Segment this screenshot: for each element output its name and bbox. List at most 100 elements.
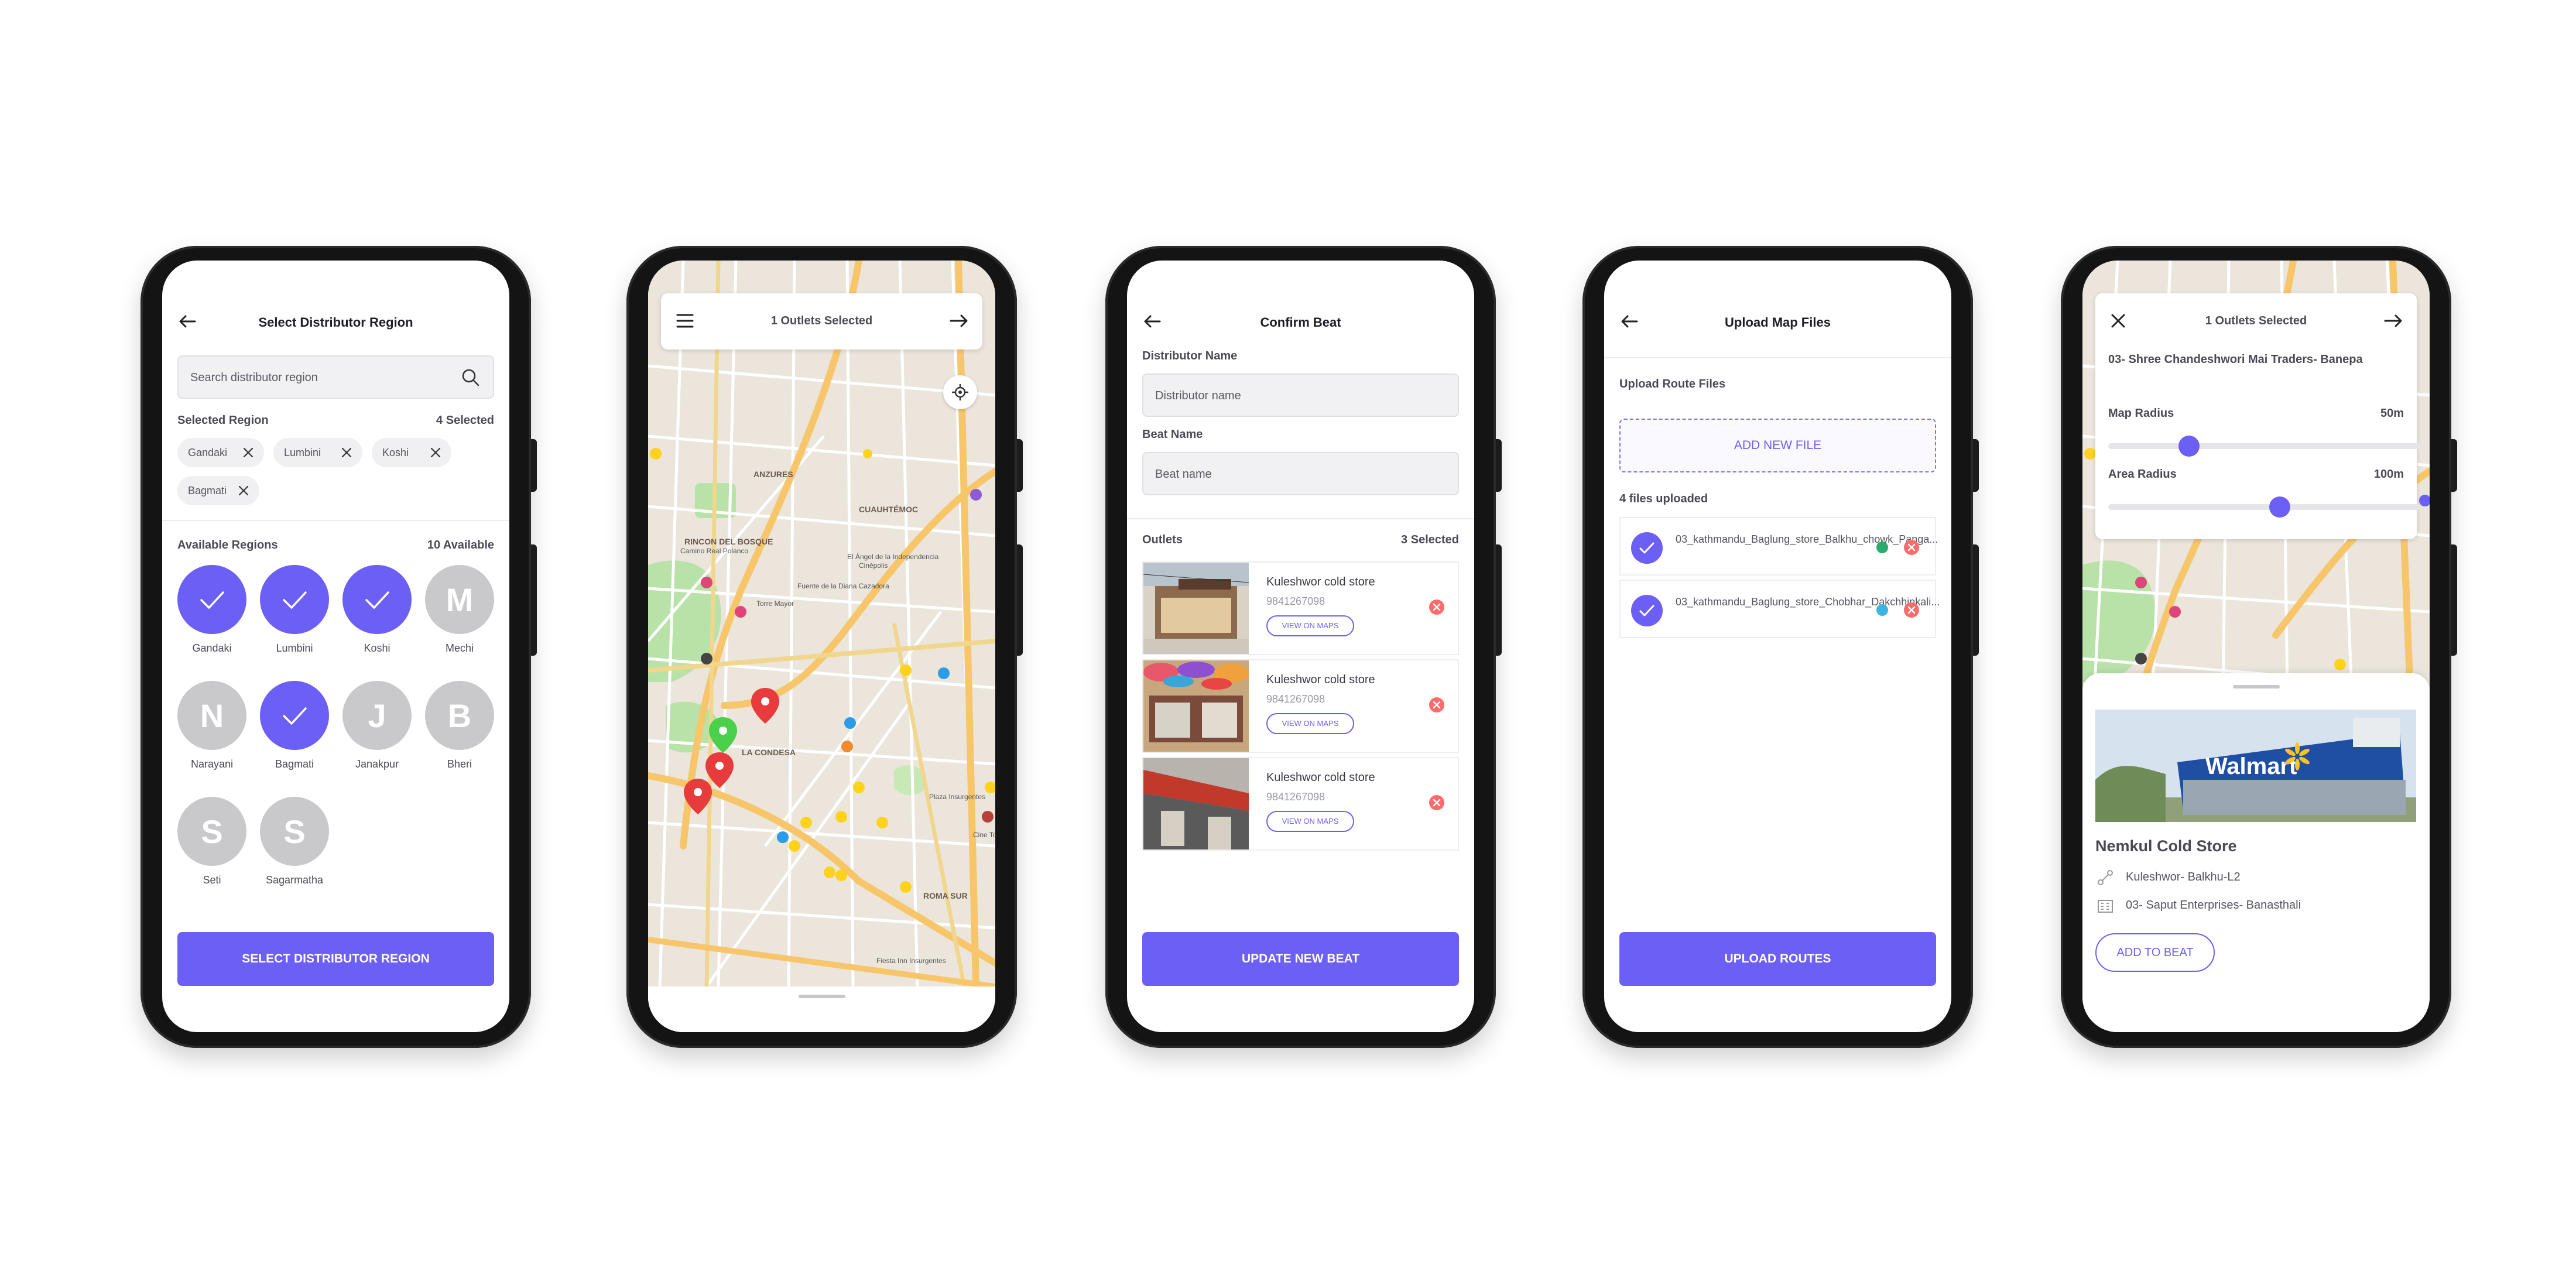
- screen-select-region: Select Distributor Region Search distrib…: [162, 261, 509, 1032]
- region-name: Narayani: [190, 758, 234, 770]
- region-lumbini[interactable]: Lumbini: [260, 565, 329, 655]
- outlet-card[interactable]: Kuleshwor cold store 9841267098 VIEW ON …: [1142, 659, 1459, 753]
- region-janakpur[interactable]: J Janakpur: [342, 681, 412, 770]
- page-title: Upload Map Files: [1725, 315, 1831, 330]
- region-avatar[interactable]: B: [425, 681, 494, 750]
- region-avatar-selected[interactable]: [342, 565, 412, 634]
- search-icon[interactable]: [461, 368, 480, 387]
- locate-button[interactable]: [943, 375, 977, 409]
- remove-icon[interactable]: [1903, 539, 1920, 556]
- divider: [1604, 357, 1951, 358]
- region-name: Janakpur: [355, 758, 399, 770]
- upload-route-files-label: Upload Route Files: [1619, 378, 1726, 390]
- region-avatar[interactable]: S: [177, 797, 246, 866]
- close-icon[interactable]: [340, 446, 353, 459]
- outlet-photo: Walmart: [2095, 710, 2416, 822]
- region-bheri[interactable]: B Bheri: [425, 681, 494, 770]
- add-new-file-button[interactable]: ADD NEW FILE: [1619, 419, 1936, 472]
- filter-panel: 1 Outlets Selected 03- Shree Chandeshwor…: [2095, 293, 2420, 539]
- map-view[interactable]: RINCON DEL BOSQUE ANZURES CUAUHTÉMOC LA …: [648, 261, 995, 1032]
- selected-count: 4 Selected: [436, 414, 494, 427]
- region-koshi[interactable]: Koshi: [342, 565, 412, 655]
- map-label: Camino Real Polanco: [680, 547, 748, 555]
- file-row[interactable]: 03_kathmandu_Baglung_store_Balkhu_chowk_…: [1619, 517, 1938, 576]
- view-on-maps-button[interactable]: VIEW ON MAPS: [1266, 811, 1354, 832]
- map-label: ROMA SUR: [923, 891, 968, 900]
- bottom-sheet-handle[interactable]: [648, 986, 995, 1032]
- outlet-name: Kuleshwor cold store: [1266, 673, 1375, 686]
- region-narayani[interactable]: N Narayani: [177, 681, 246, 770]
- file-row[interactable]: 03_kathmandu_Baglung_store_Chobhar_Dakch…: [1619, 580, 1940, 638]
- phone-outlet-detail: 1 Outlets Selected 03- Shree Chandeshwor…: [2061, 246, 2457, 1048]
- region-seti[interactable]: S Seti: [177, 797, 246, 886]
- region-avatar[interactable]: J: [342, 681, 412, 750]
- map-radius-value: 50m: [2380, 407, 2404, 420]
- checkbox-checked[interactable]: [1631, 532, 1663, 564]
- region-bagmati[interactable]: Bagmati: [260, 681, 329, 770]
- outlet-photo: [1143, 660, 1249, 752]
- divider: [162, 520, 509, 521]
- region-name: Seti: [203, 874, 221, 886]
- region-name: Bheri: [447, 758, 472, 770]
- beat-name-label: Beat Name: [1142, 428, 1203, 441]
- view-on-maps-button[interactable]: VIEW ON MAPS: [1266, 713, 1354, 734]
- file-name: 03_kathmandu_Baglung_store_Chobhar_Dakch…: [1676, 596, 1940, 608]
- chip-koshi[interactable]: Koshi: [372, 438, 451, 467]
- region-avatar[interactable]: N: [177, 681, 246, 750]
- region-name: Koshi: [364, 642, 390, 654]
- outlet-card[interactable]: Kuleshwor cold store 9841267098 VIEW ON …: [1142, 561, 1459, 655]
- selected-region-label: Selected Region: [177, 414, 269, 427]
- selected-outlets-title: 1 Outlets Selected: [770, 314, 873, 327]
- remove-icon[interactable]: [1429, 599, 1445, 615]
- screen-outlet-detail: 1 Outlets Selected 03- Shree Chandeshwor…: [2082, 261, 2430, 1032]
- status-dot: [1876, 542, 1888, 553]
- file-name: 03_kathmandu_Baglung_store_Balkhu_chowk_…: [1676, 533, 1938, 545]
- outlet-name: Kuleshwor cold store: [1266, 771, 1375, 784]
- chip-label: Bagmati: [188, 485, 227, 496]
- region-initial: S: [283, 813, 306, 850]
- forward-arrow-icon[interactable]: [2384, 313, 2403, 329]
- close-icon[interactable]: [429, 446, 442, 459]
- files-uploaded-label: 4 files uploaded: [1619, 492, 1708, 505]
- region-avatar-selected[interactable]: [260, 565, 329, 634]
- close-icon[interactable]: [237, 484, 250, 497]
- chip-bagmati[interactable]: Bagmati: [177, 476, 259, 505]
- view-on-maps-button[interactable]: VIEW ON MAPS: [1266, 615, 1354, 636]
- region-avatar-selected[interactable]: [177, 565, 246, 634]
- slider-knob[interactable]: [2269, 496, 2290, 518]
- close-icon[interactable]: [242, 446, 255, 459]
- chip-gandaki[interactable]: Gandaki: [177, 438, 264, 467]
- status-dot: [1876, 604, 1888, 616]
- outlet-card[interactable]: Kuleshwor cold store 9841267098 VIEW ON …: [1142, 757, 1459, 851]
- remove-icon[interactable]: [1903, 602, 1920, 618]
- region-mechi[interactable]: M Mechi: [425, 565, 494, 655]
- search-input[interactable]: Search distributor region: [177, 355, 494, 399]
- forward-arrow-icon[interactable]: [950, 313, 968, 329]
- slider-knob[interactable]: [2178, 436, 2200, 457]
- update-new-beat-button[interactable]: UPDATE NEW BEAT: [1142, 932, 1459, 986]
- region-avatar[interactable]: S: [260, 797, 329, 866]
- region-avatar[interactable]: M: [425, 565, 494, 634]
- region-name: Sagarmatha: [265, 874, 324, 886]
- outlets-label: Outlets: [1142, 533, 1183, 546]
- beat-name-input[interactable]: Beat name: [1142, 452, 1459, 495]
- map-top-bar: 1 Outlets Selected: [661, 293, 982, 350]
- map-radius-slider[interactable]: [2108, 436, 2420, 457]
- region-sagarmatha[interactable]: S Sagarmatha: [260, 797, 329, 886]
- remove-icon[interactable]: [1429, 794, 1445, 811]
- upload-routes-button[interactable]: UPLOAD ROUTES: [1619, 932, 1936, 986]
- checkbox-checked[interactable]: [1631, 595, 1663, 626]
- phone-map: RINCON DEL BOSQUE ANZURES CUAUHTÉMOC LA …: [626, 246, 1023, 1048]
- map-label: RINCON DEL BOSQUE: [684, 537, 773, 546]
- add-to-beat-button[interactable]: ADD TO BEAT: [2095, 933, 2215, 972]
- region-gandaki[interactable]: Gandaki: [177, 565, 246, 655]
- remove-icon[interactable]: [1429, 697, 1445, 713]
- select-distributor-region-button[interactable]: SELECT DISTRIBUTOR REGION: [177, 932, 494, 986]
- area-radius-slider[interactable]: [2108, 496, 2420, 518]
- region-name: Lumbini: [276, 642, 313, 654]
- map-label: Fuente de la Diana Cazadora: [797, 582, 889, 590]
- chip-lumbini[interactable]: Lumbini: [273, 438, 362, 467]
- distributor-name-input[interactable]: Distributor name: [1142, 374, 1459, 417]
- region-avatar-selected[interactable]: [260, 681, 329, 750]
- search-placeholder: Search distributor region: [190, 371, 318, 384]
